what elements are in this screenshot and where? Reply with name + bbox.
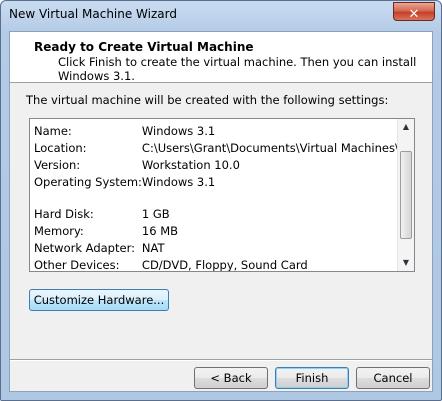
- vertical-scrollbar[interactable]: ▲ ▼: [397, 119, 414, 271]
- window-title: New Virtual Machine Wizard: [9, 7, 177, 21]
- customize-hardware-button[interactable]: Customize Hardware...: [29, 289, 169, 311]
- table-row: Name: Windows 3.1: [34, 122, 406, 139]
- network-adapter-label: Network Adapter:: [34, 240, 135, 255]
- os-value: Windows 3.1: [141, 174, 216, 189]
- table-row: Hard Disk: 1 GB: [34, 205, 406, 222]
- wizard-header: Ready to Create Virtual Machine Click Fi…: [10, 32, 432, 83]
- finish-button[interactable]: Finish: [275, 367, 349, 389]
- footer-separator: [10, 359, 432, 361]
- close-button[interactable]: ✕: [393, 2, 435, 22]
- memory-value: 16 MB: [141, 223, 179, 238]
- scroll-down-arrow-icon[interactable]: ▼: [398, 255, 414, 271]
- version-label: Version:: [34, 157, 81, 172]
- location-value: C:\Users\Grant\Documents\Virtual Machine…: [141, 140, 406, 155]
- os-label: Operating System:: [34, 174, 142, 189]
- table-spacer-row: [34, 190, 406, 205]
- title-bar[interactable]: New Virtual Machine Wizard ✕: [1, 1, 441, 29]
- location-label: Location:: [34, 140, 87, 155]
- close-icon: ✕: [408, 7, 420, 22]
- page-subtitle: Click Finish to create the virtual machi…: [58, 55, 417, 83]
- scroll-thumb[interactable]: [400, 151, 412, 239]
- table-row: Memory: 16 MB: [34, 222, 406, 239]
- settings-summary-list[interactable]: Name: Windows 3.1 Location: C:\Users\Gra…: [29, 118, 415, 272]
- hard-disk-label: Hard Disk:: [34, 206, 94, 221]
- page-title: Ready to Create Virtual Machine: [34, 40, 254, 54]
- network-adapter-value: NAT: [141, 240, 165, 255]
- table-row: Network Adapter: NAT: [34, 239, 406, 256]
- wizard-client-area: Ready to Create Virtual Machine Click Fi…: [9, 31, 433, 392]
- back-button[interactable]: < Back: [194, 367, 268, 389]
- table-row: Other Devices: CD/DVD, Floppy, Sound Car…: [34, 256, 406, 272]
- cancel-button[interactable]: Cancel: [356, 367, 430, 389]
- settings-intro-text: The virtual machine will be created with…: [26, 93, 389, 107]
- memory-label: Memory:: [34, 223, 84, 238]
- table-row: Location: C:\Users\Grant\Documents\Virtu…: [34, 139, 406, 156]
- version-value: Workstation 10.0: [141, 157, 240, 172]
- scroll-up-arrow-icon[interactable]: ▲: [398, 119, 414, 135]
- other-devices-value: CD/DVD, Floppy, Sound Card: [141, 257, 308, 272]
- wizard-window: New Virtual Machine Wizard ✕ Ready to Cr…: [0, 0, 442, 401]
- other-devices-label: Other Devices:: [34, 257, 120, 272]
- name-label: Name:: [34, 123, 72, 138]
- table-row: Operating System: Windows 3.1: [34, 173, 406, 190]
- name-value: Windows 3.1: [141, 123, 216, 138]
- settings-table: Name: Windows 3.1 Location: C:\Users\Gra…: [34, 122, 406, 272]
- table-row: Version: Workstation 10.0: [34, 156, 406, 173]
- hard-disk-value: 1 GB: [141, 206, 170, 221]
